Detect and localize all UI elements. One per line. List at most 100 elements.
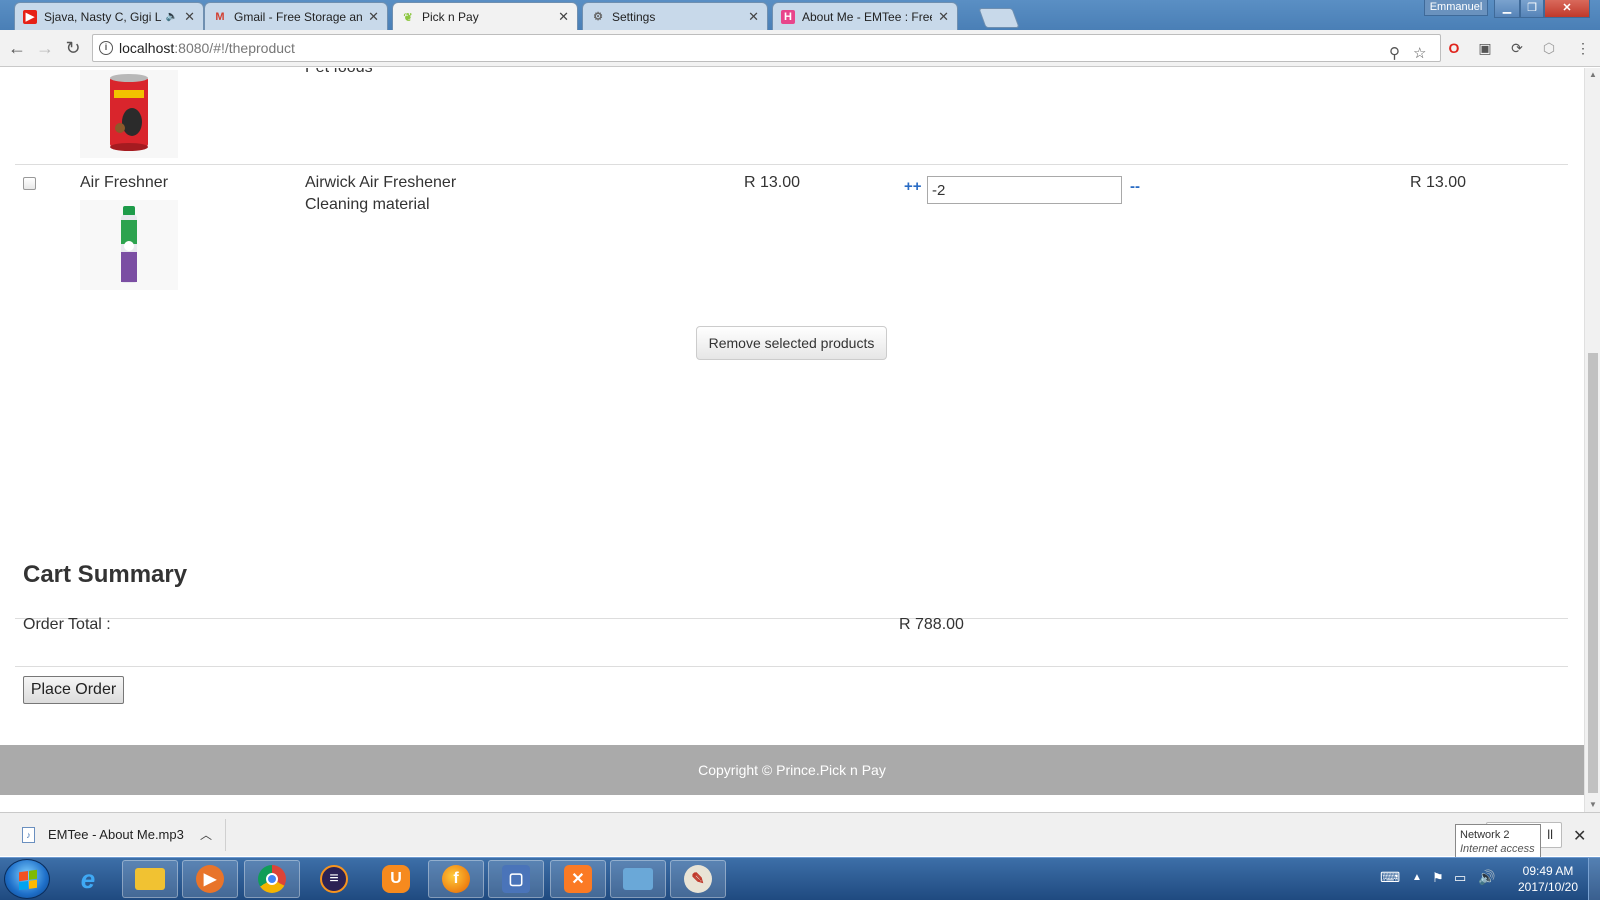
- order-total-value: R 788.00: [899, 616, 964, 633]
- product-category-label: Pet foods: [305, 68, 373, 77]
- virtualbox-icon[interactable]: ▢: [488, 860, 544, 898]
- tab-label: Pick n Pay: [422, 10, 479, 24]
- remove-selected-button[interactable]: Remove selected products: [696, 326, 887, 360]
- cube-icon[interactable]: ⬡: [1540, 39, 1558, 57]
- star-icon[interactable]: ☆: [1413, 41, 1426, 67]
- scroll-thumb[interactable]: [1588, 353, 1598, 793]
- menu-icon[interactable]: ⋮: [1574, 39, 1592, 57]
- tray-expand-icon[interactable]: ▲: [1412, 872, 1422, 900]
- show-desktop-button[interactable]: [1588, 858, 1600, 900]
- tab-pick-n-pay[interactable]: ❦ Pick n Pay ✕: [392, 2, 578, 31]
- minimize-button[interactable]: ▁: [1494, 0, 1520, 18]
- download-shelf: ♪ EMTee - About Me.mp3 ︿: [0, 812, 1600, 856]
- close-icon[interactable]: ✕: [1573, 826, 1586, 846]
- row-divider: [15, 164, 1568, 165]
- page-content: Pet foods Air Freshner Airwick Air Fresh…: [0, 68, 1584, 812]
- window-close-button[interactable]: ✕: [1544, 0, 1590, 18]
- summary-divider: [15, 666, 1568, 667]
- tab-about-me[interactable]: H About Me - EMTee : Free ✕: [772, 2, 958, 30]
- opera-icon[interactable]: O: [1445, 39, 1463, 57]
- keyboard-icon[interactable]: ⌨: [1380, 869, 1400, 900]
- close-icon[interactable]: ✕: [184, 9, 195, 25]
- scroll-down-icon[interactable]: ▼: [1585, 798, 1600, 812]
- page-scrollbar[interactable]: ▲ ▼: [1584, 68, 1600, 812]
- back-arrow-icon[interactable]: ←: [6, 37, 28, 59]
- product-image-husky: [80, 70, 178, 158]
- tooltip-subtitle: Internet access: [1460, 843, 1535, 855]
- product-subtotal: R 13.00: [1410, 174, 1467, 191]
- product-price: R 13.00: [744, 174, 801, 191]
- tab-label: Sjava, Nasty C, Gigi La: [44, 9, 162, 24]
- paint-icon[interactable]: ✎: [670, 860, 726, 898]
- leaf-icon: ❦: [403, 11, 413, 24]
- firefox-icon[interactable]: f: [428, 860, 484, 898]
- taskbar-clock[interactable]: 09:49 AM 2017/10/20: [1510, 863, 1586, 895]
- profile-button[interactable]: Emmanuel: [1424, 0, 1488, 16]
- uc-browser-icon[interactable]: U: [368, 860, 424, 898]
- quantity-input[interactable]: [927, 176, 1122, 204]
- forward-arrow-icon[interactable]: →: [34, 37, 56, 59]
- xampp-icon[interactable]: ✕: [550, 860, 606, 898]
- tab-label: About Me - EMTee : Free: [802, 9, 933, 24]
- start-button[interactable]: [4, 859, 50, 899]
- new-tab-button[interactable]: [978, 8, 1020, 28]
- quantity-increment-button[interactable]: ++: [904, 178, 922, 195]
- clock-time: 09:49 AM: [1522, 864, 1574, 878]
- place-order-button[interactable]: Place Order: [23, 676, 124, 704]
- eclipse-icon[interactable]: ≡: [306, 860, 362, 898]
- info-icon[interactable]: i: [99, 41, 113, 55]
- download-item[interactable]: ♪ EMTee - About Me.mp3 ︿: [12, 819, 226, 851]
- reload-icon[interactable]: ↻: [62, 37, 84, 59]
- audio-file-icon: ♪: [22, 827, 35, 843]
- volume-icon[interactable]: 🔊: [1478, 869, 1495, 900]
- product-category-label: Cleaning material: [305, 196, 430, 213]
- chevron-up-icon[interactable]: ︿: [200, 819, 212, 851]
- page-footer: Copyright © Prince.Pick n Pay: [0, 745, 1584, 795]
- tab-label: Settings: [612, 9, 656, 24]
- sync-icon[interactable]: ⟳: [1508, 39, 1526, 57]
- tab-youtube[interactable]: ▶ Sjava, Nasty C, Gigi La 🔈 ✕: [14, 2, 204, 30]
- address-bar[interactable]: i localhost:8080/#!/theproduct ⚲ ☆: [92, 34, 1441, 62]
- clock-date: 2017/10/20: [1517, 880, 1579, 894]
- windows-taskbar: e ▶ ≡ U f ▢ ✕ ✎ ⌨ ▲ ⚑ ▭ 🔊 09:49 AM 2017/…: [0, 857, 1600, 900]
- tab-label: Gmail - Free Storage and: [234, 9, 363, 24]
- tooltip-title: Network 2: [1460, 829, 1510, 841]
- browser-tab-strip: ▶ Sjava, Nasty C, Gigi La 🔈 ✕ M Gmail - …: [0, 0, 1600, 31]
- url-path: :8080/#!/theproduct: [174, 40, 295, 56]
- youtube-icon: ▶: [23, 9, 37, 24]
- tab-gmail[interactable]: M Gmail - Free Storage and ✕: [204, 2, 388, 30]
- windows-logo-icon: [19, 869, 37, 891]
- close-icon[interactable]: ✕: [558, 9, 569, 25]
- product-category: Air Freshner: [80, 174, 169, 191]
- gmail-icon: M: [215, 10, 225, 23]
- download-file-name: EMTee - About Me.mp3: [48, 827, 184, 842]
- close-icon[interactable]: ✕: [748, 9, 759, 25]
- select-checkbox[interactable]: [23, 177, 36, 190]
- action-center-flag-icon[interactable]: ⚑: [1432, 870, 1444, 900]
- chrome-icon[interactable]: [244, 860, 300, 898]
- summary-divider: [15, 618, 1568, 619]
- file-explorer-icon[interactable]: [122, 860, 178, 898]
- maximize-button[interactable]: ❐: [1520, 0, 1544, 18]
- order-total-label: Order Total :: [23, 616, 111, 633]
- copyright-text: Copyright © Prince.Pick n Pay: [698, 762, 886, 778]
- tab-settings[interactable]: ⚙ Settings ✕: [582, 2, 768, 30]
- speaker-muted-icon[interactable]: 🔈: [166, 11, 178, 22]
- scroll-up-icon[interactable]: ▲: [1585, 68, 1600, 82]
- media-player-icon[interactable]: ▶: [182, 860, 238, 898]
- close-icon[interactable]: ✕: [938, 9, 949, 25]
- browser-toolbar: ← → ↻ i localhost:8080/#!/theproduct ⚲ ☆…: [0, 30, 1600, 67]
- product-name: Airwick Air Freshener: [305, 174, 457, 191]
- internet-explorer-icon[interactable]: e: [60, 860, 116, 898]
- network-tooltip: Network 2 Internet access: [1455, 824, 1541, 860]
- extension-icon[interactable]: ▣: [1476, 39, 1494, 57]
- product-image-airwick: [80, 200, 178, 290]
- quantity-decrement-button[interactable]: --: [1130, 178, 1140, 195]
- url-host: localhost: [119, 40, 175, 56]
- image-viewer-icon[interactable]: [610, 860, 666, 898]
- h-icon: H: [781, 9, 795, 24]
- network-icon[interactable]: ▭: [1454, 870, 1466, 900]
- close-icon[interactable]: ✕: [368, 9, 379, 25]
- key-icon[interactable]: ⚲: [1389, 41, 1400, 67]
- gear-icon: ⚙: [593, 11, 603, 23]
